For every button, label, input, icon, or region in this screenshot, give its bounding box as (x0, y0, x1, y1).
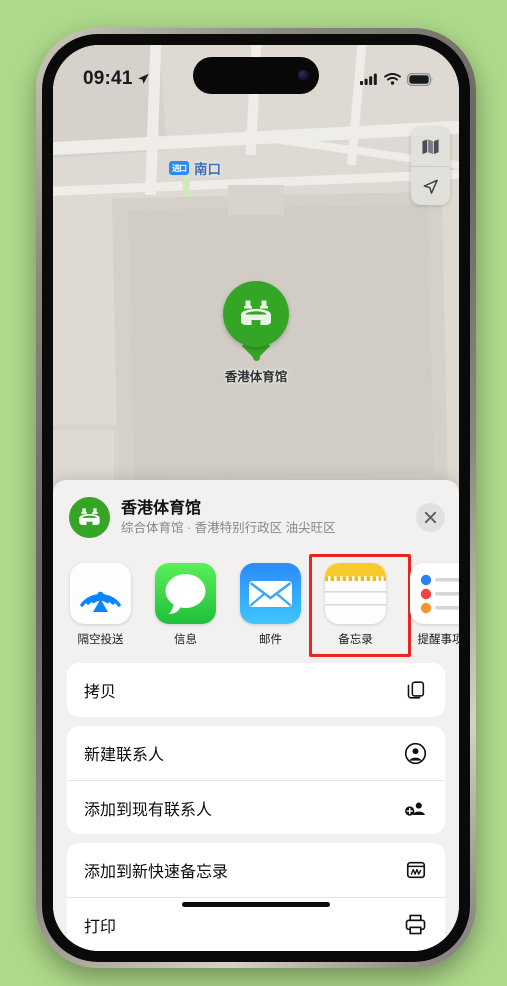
quick-note-icon (403, 858, 428, 883)
cellular-signal-icon (360, 73, 377, 85)
action-group: 添加到新快速备忘录 打印 (67, 843, 445, 951)
status-bar-clock: 09:41 (83, 68, 133, 89)
phone-frame: 进口 南口 香港体育馆 09:41 香港体育馆 综合体育馆 · 香港特别行政区 … (36, 28, 476, 968)
action-group: 新建联系人 添加到现有联系人 (67, 726, 445, 834)
stadium-icon (241, 300, 271, 325)
share-sheet-header: 香港体育馆 综合体育馆 · 香港特别行政区 油尖旺区 (53, 480, 459, 551)
share-app-notes[interactable]: 备忘录 (309, 554, 411, 657)
map-controls[interactable] (411, 127, 450, 205)
map-label-nankou: 进口 南口 (169, 158, 221, 178)
map-pin-hong-kong-coliseum[interactable]: 香港体育馆 (223, 281, 289, 385)
reminders-icon (410, 563, 459, 624)
page-title: 香港体育馆 (121, 499, 202, 517)
action-label: 打印 (84, 918, 117, 936)
app-label: 提醒事项 (417, 634, 460, 646)
share-app-mail[interactable]: 邮件 (239, 563, 302, 647)
phone-bezel: 进口 南口 香港体育馆 09:41 香港体育馆 综合体育馆 · 香港特别行政区 … (42, 34, 470, 962)
share-app-messages[interactable]: 信息 (154, 563, 217, 647)
map-pin-dot (252, 354, 260, 361)
phone-screen: 进口 南口 香港体育馆 09:41 香港体育馆 综合体育馆 · 香港特别行政区 … (53, 45, 459, 951)
airdrop-icon (70, 563, 131, 624)
map-type-button[interactable] (411, 127, 450, 166)
dynamic-island[interactable] (193, 57, 319, 94)
map-layers-icon (422, 139, 439, 155)
action-row-copy[interactable]: 拷贝 (67, 663, 445, 717)
location-arrow-icon (423, 179, 438, 194)
map-label-text: 南口 (194, 162, 221, 177)
entrance-badge-icon: 进口 (169, 161, 189, 175)
app-label: 隔空投送 (77, 634, 124, 646)
stadium-icon (69, 497, 110, 538)
person-add-icon (403, 795, 428, 820)
locate-me-button[interactable] (411, 166, 450, 205)
share-app-row[interactable]: 隔空投送 信息 邮件 备忘录 提醒事项 (53, 551, 459, 661)
action-group: 拷贝 (67, 663, 445, 717)
action-label: 添加到新快速备忘录 (84, 864, 229, 881)
place-subtitle: 综合体育馆 · 香港特别行政区 油尖旺区 (121, 520, 336, 535)
messages-icon (155, 563, 216, 624)
wifi-icon (384, 73, 401, 85)
printer-icon (403, 912, 428, 937)
share-app-airdrop[interactable]: 隔空投送 (69, 563, 132, 647)
action-row-add-to-new-quick-note[interactable]: 添加到新快速备忘录 (67, 843, 445, 897)
share-app-reminders[interactable]: 提醒事项 (409, 563, 459, 647)
share-sheet-place-info: 香港体育馆 综合体育馆 · 香港特别行政区 油尖旺区 (121, 499, 405, 536)
front-camera-icon (298, 70, 309, 81)
status-bar-indicators (360, 72, 433, 86)
share-sheet: 香港体育馆 综合体育馆 · 香港特别行政区 油尖旺区 隔空投送 信息 邮件 备忘… (53, 480, 459, 951)
action-row-create-new-contact[interactable]: 新建联系人 (67, 726, 445, 780)
copy-icon (403, 678, 428, 703)
action-label: 新建联系人 (84, 747, 165, 764)
status-bar-time-group: 09:41 (83, 68, 150, 90)
notes-icon (325, 563, 386, 624)
person-circle-icon (403, 741, 428, 766)
action-label: 拷贝 (84, 684, 117, 701)
close-icon (424, 511, 437, 524)
battery-full-icon (407, 72, 433, 86)
action-row-add-to-existing-contact[interactable]: 添加到现有联系人 (67, 780, 445, 834)
app-label: 备忘录 (338, 634, 373, 646)
map-pin-label: 香港体育馆 (224, 370, 288, 384)
location-arrow-icon (137, 73, 149, 84)
home-indicator[interactable] (182, 902, 330, 907)
action-label: 添加到现有联系人 (84, 801, 213, 819)
app-label: 信息 (174, 634, 197, 646)
map-pin-bubble[interactable] (223, 281, 289, 347)
share-action-list: 拷贝 新建联系人 添加到现有联系人 添加到新快速备忘录 打印 (53, 661, 459, 951)
map-building-annex (228, 185, 284, 215)
close-button[interactable] (416, 503, 445, 532)
app-label: 邮件 (259, 634, 282, 646)
mail-icon (240, 563, 301, 624)
